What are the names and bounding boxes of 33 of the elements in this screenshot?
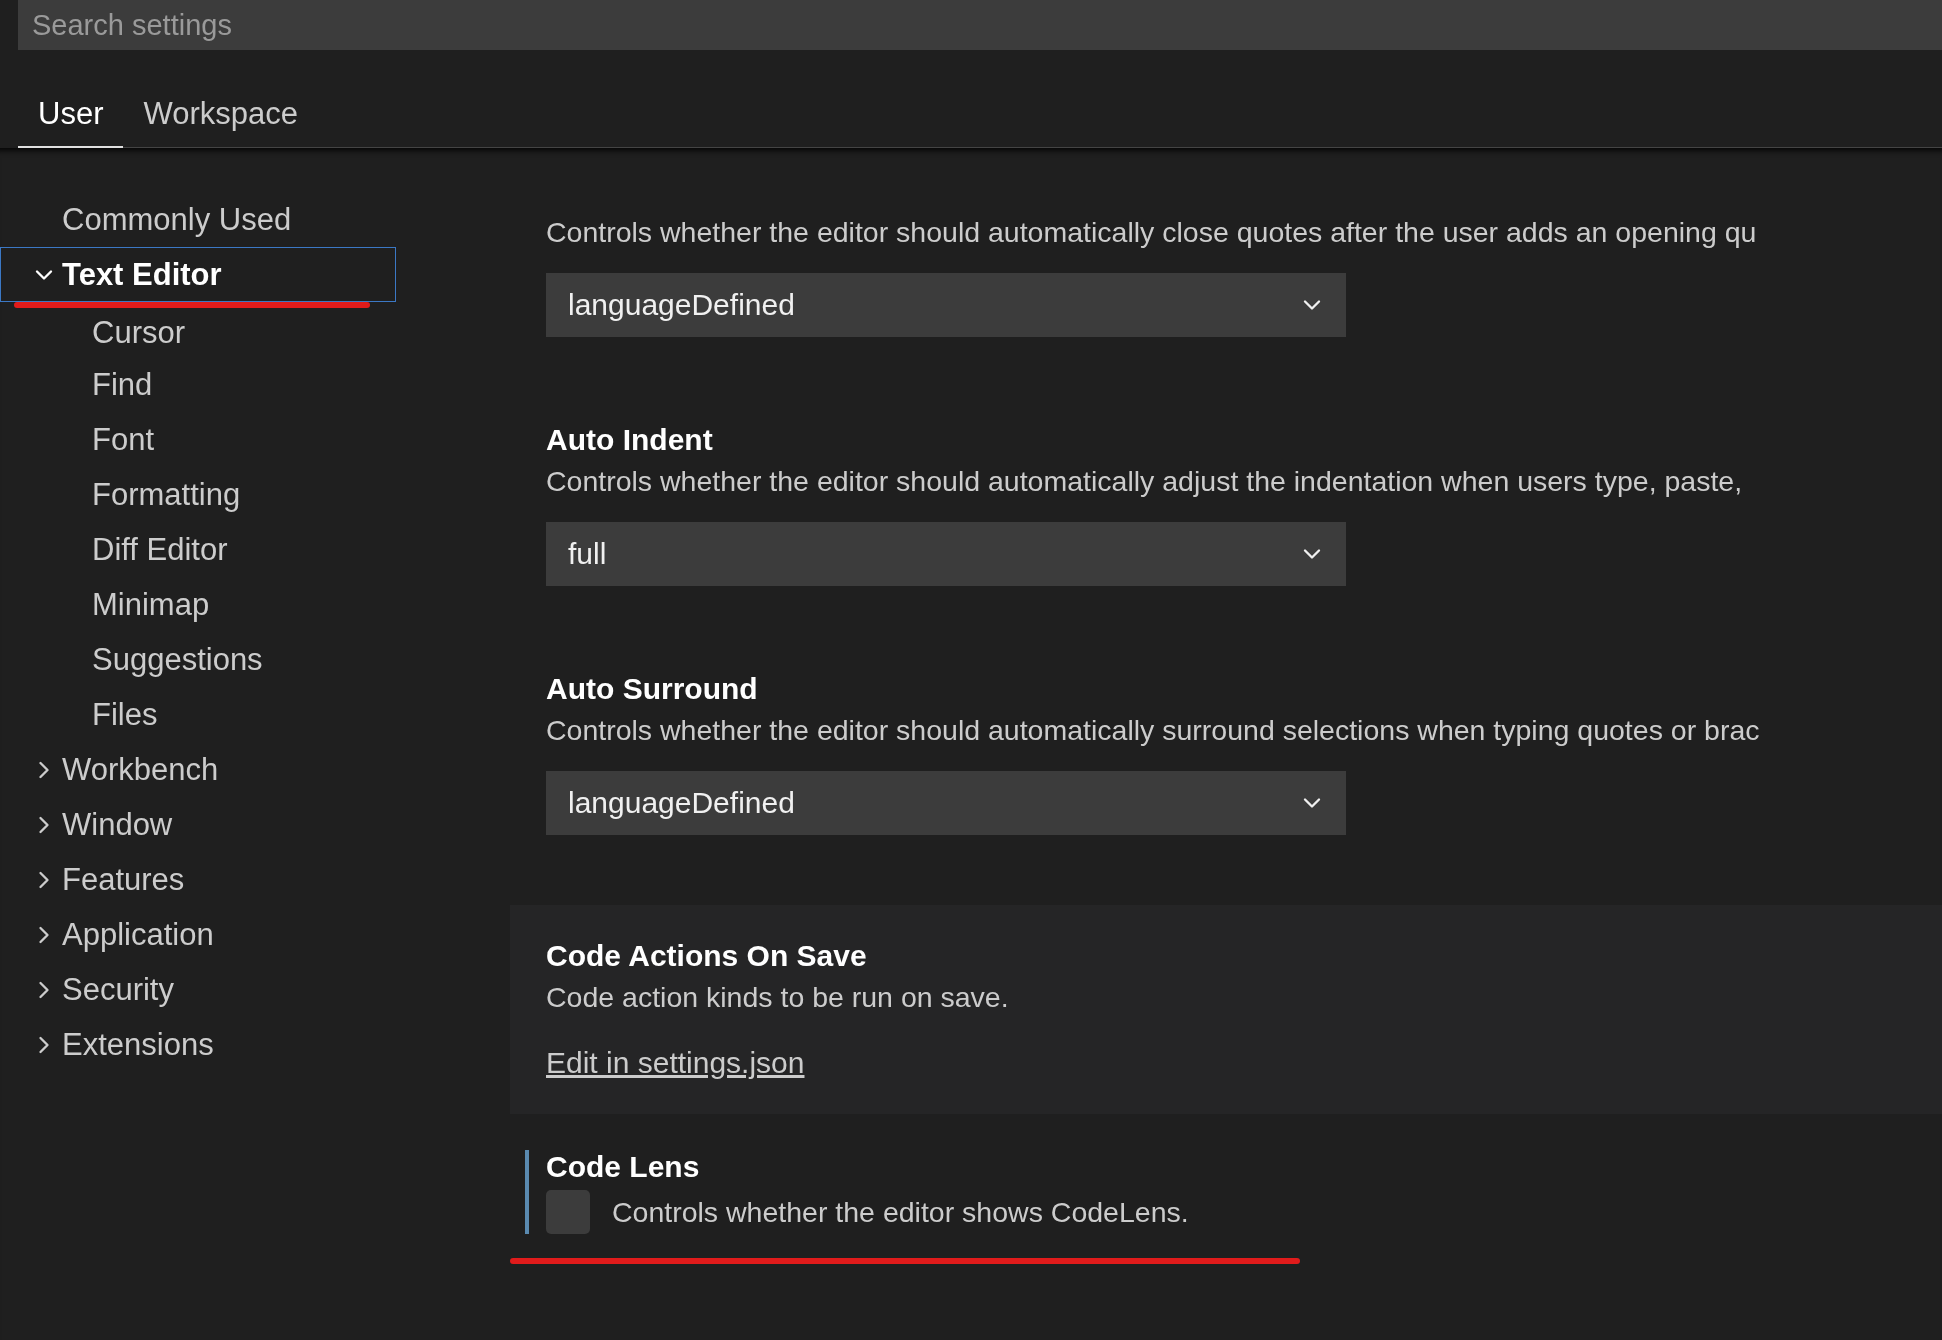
sidebar-item[interactable]: Diff Editor (0, 522, 396, 577)
sidebar-item[interactable]: Commonly Used (0, 192, 396, 247)
sidebar-item[interactable]: Find (0, 357, 396, 412)
dropdown[interactable]: full (546, 522, 1346, 586)
sidebar-item[interactable]: Extensions (0, 1017, 396, 1072)
sidebar-item[interactable]: Application (0, 907, 396, 962)
checkbox[interactable] (546, 1190, 590, 1234)
setting-title: Auto Indent (546, 423, 714, 457)
sidebar-item[interactable]: Suggestions (0, 632, 396, 687)
tab[interactable]: User (18, 96, 124, 148)
dropdown[interactable]: languageDefined (546, 273, 1346, 337)
setting-title: Auto Surround (546, 672, 759, 706)
sidebar-item[interactable]: Workbench (0, 742, 396, 797)
settings-json-link[interactable]: Edit in settings.json (546, 1046, 805, 1080)
setting-description: Controls whether the editor should automatically adjust the indentation when users type, paste, (546, 465, 1744, 498)
setting-title: Code Lens (546, 1150, 701, 1184)
sidebar-item[interactable]: Minimap (0, 577, 396, 632)
setting-description: Controls whether the editor should automatically surround selections when typing quotes or brac (546, 714, 1761, 747)
setting-description: Controls whether the editor shows CodeLens. (612, 1195, 1189, 1229)
setting-description: Code action kinds to be run on save. (546, 981, 1010, 1014)
sidebar-item[interactable]: Window (0, 797, 396, 852)
sidebar-item[interactable]: Cursor (0, 308, 396, 357)
sidebar-item[interactable]: Security (0, 962, 396, 1017)
sidebar-item[interactable]: Formatting (0, 467, 396, 522)
sidebar-item[interactable]: Files (0, 687, 396, 742)
search-field[interactable]: Search settings (18, 0, 1942, 50)
tab[interactable]: Workspace (123, 96, 318, 148)
sidebar-item[interactable]: Font (0, 412, 396, 467)
setting-title: Code Actions On Save (546, 939, 868, 973)
setting-description: Controls whether the editor should automatically close quotes after the user adds an opening qu (546, 216, 1758, 249)
dropdown[interactable]: languageDefined (546, 771, 1346, 835)
sidebar-item[interactable]: Text Editor (0, 247, 396, 302)
sidebar-item[interactable]: Features (0, 852, 396, 907)
